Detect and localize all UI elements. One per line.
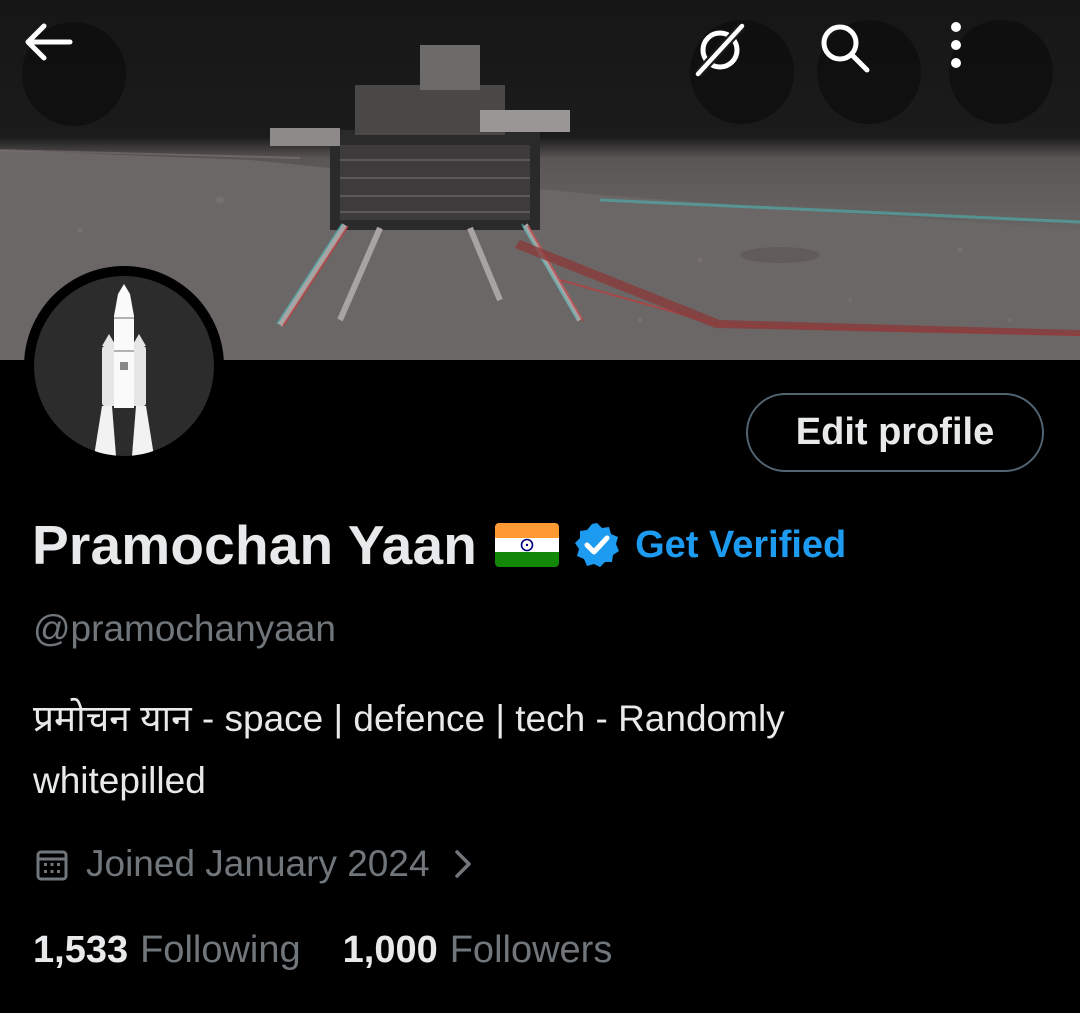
calendar-icon	[36, 850, 68, 881]
rocket-icon	[94, 284, 154, 456]
india-flag-icon	[495, 523, 560, 567]
verified-badge-icon[interactable]	[573, 521, 621, 569]
followers-stat[interactable]: 1,000 Followers	[343, 929, 613, 972]
name-row: Pramochan Yaan Get Verified	[32, 512, 846, 578]
avatar-image	[34, 276, 214, 456]
grok-icon	[694, 22, 746, 78]
following-count: 1,533	[33, 928, 129, 971]
more-vertical-icon	[951, 22, 961, 68]
grok-button[interactable]	[690, 20, 794, 124]
more-options-button[interactable]	[949, 20, 1053, 124]
profile-bio: प्रमोचन यान - space | defence | tech - R…	[33, 698, 785, 801]
avatar[interactable]	[24, 266, 224, 466]
followers-label: Followers	[449, 928, 613, 971]
search-icon	[821, 24, 870, 73]
chevron-right-icon	[454, 850, 471, 878]
followers-count: 1,000	[342, 928, 438, 971]
back-button[interactable]	[22, 22, 126, 126]
joined-date-text: Joined January 2024	[86, 843, 430, 884]
following-label: Following	[140, 928, 301, 971]
display-name: Pramochan Yaan	[32, 514, 478, 576]
joined-date-row[interactable]: Joined January 2024	[36, 838, 472, 890]
search-button[interactable]	[817, 20, 921, 124]
username-handle: @pramochanyaan	[33, 608, 336, 649]
arrow-left-icon	[25, 23, 73, 61]
edit-profile-button[interactable]: Edit profile	[746, 393, 1044, 472]
get-verified-link[interactable]: Get Verified	[635, 524, 846, 567]
follow-stats: 1,533 Following 1,000 Followers	[33, 922, 612, 978]
following-stat[interactable]: 1,533 Following	[33, 929, 301, 972]
